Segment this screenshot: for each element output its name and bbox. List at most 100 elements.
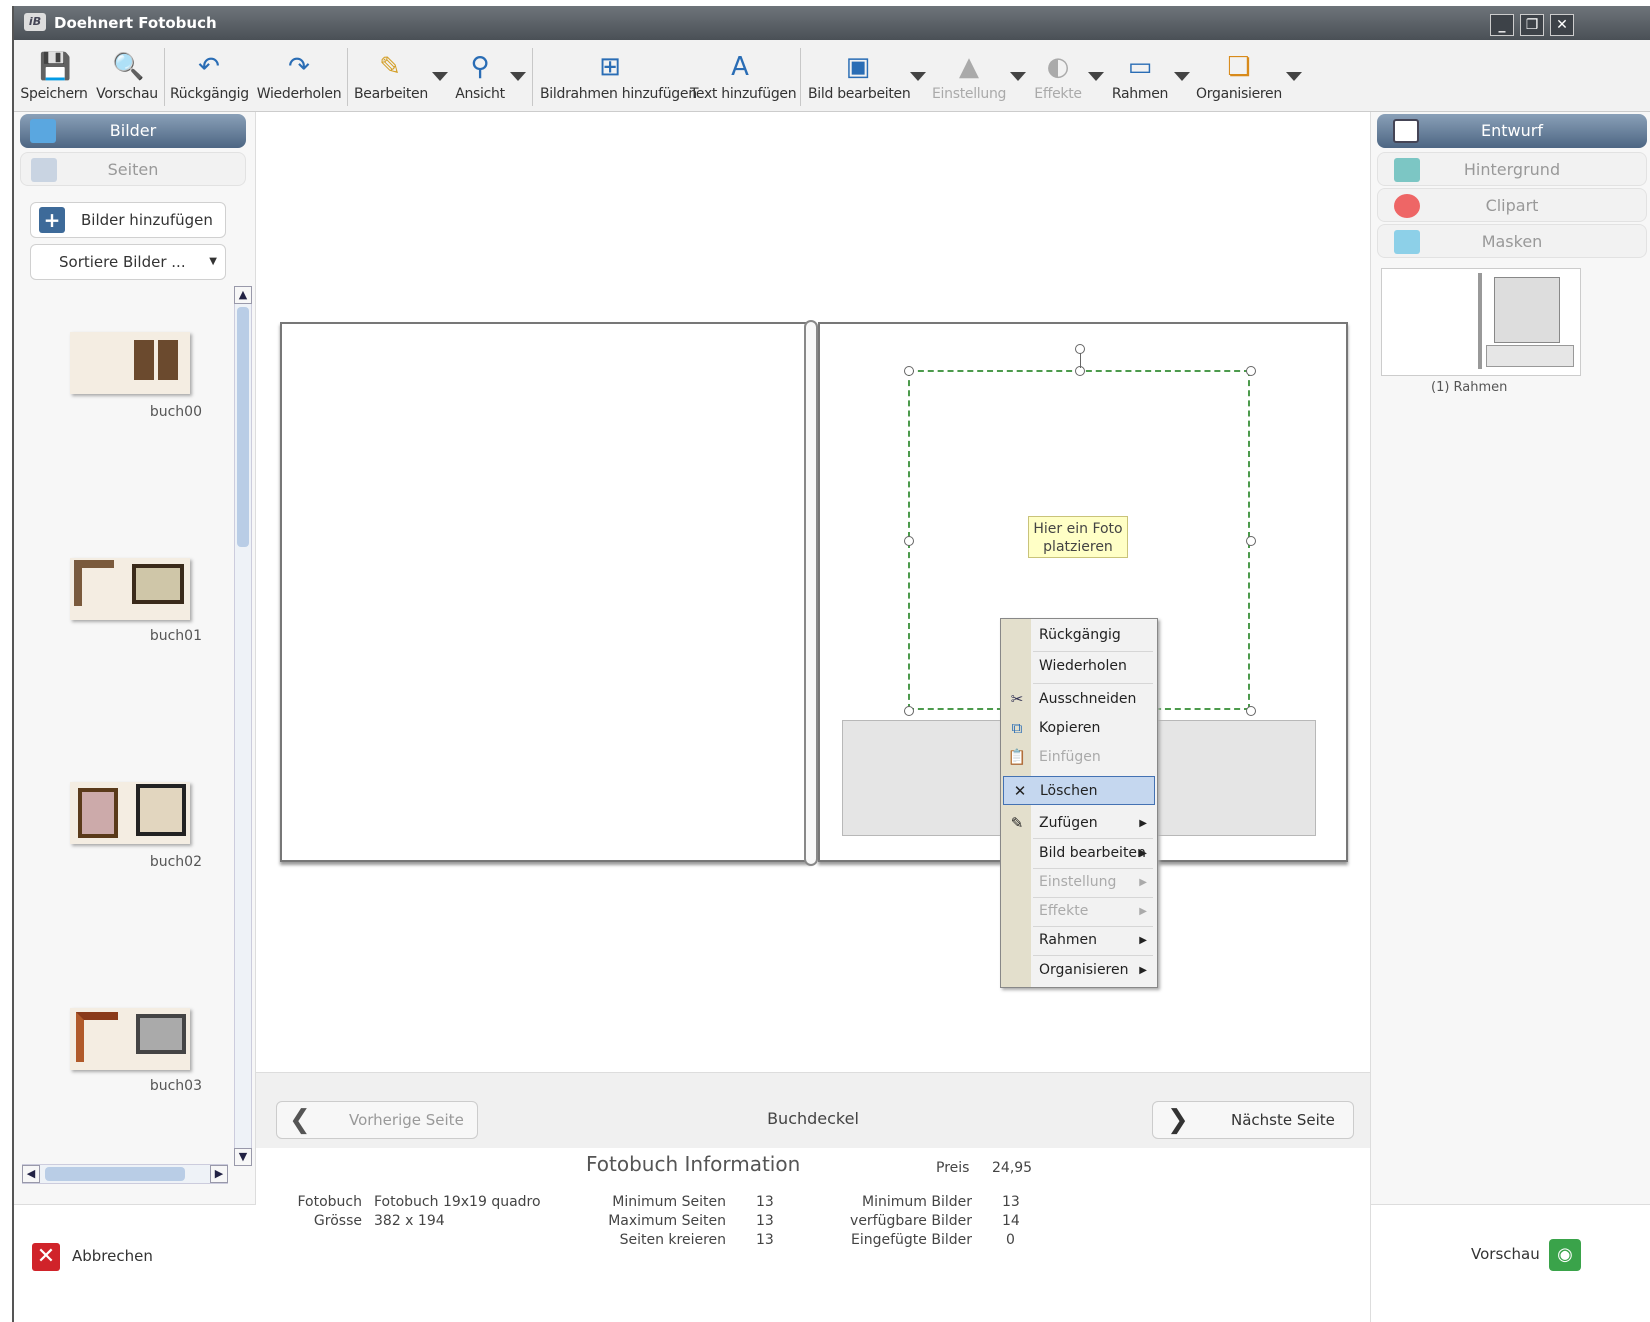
book-spine xyxy=(804,320,818,866)
thumbnail-buch00[interactable] xyxy=(70,332,190,394)
arrange-button[interactable]: ❏ Organisieren xyxy=(1194,40,1284,112)
menu-item-delete[interactable]: ✕ Löschen xyxy=(1003,776,1155,805)
images-icon xyxy=(30,119,56,143)
layout-thumbnail[interactable] xyxy=(1381,268,1581,376)
resize-handle[interactable] xyxy=(904,536,914,546)
app-window: iB Doehnert Fotobuch _ ❐ ✕ 💾 Speichern 🔍 V… xyxy=(12,6,1650,1322)
arrange-icon: ❏ xyxy=(1227,52,1251,82)
thumbnail-buch01[interactable] xyxy=(70,558,190,620)
adjust-icon: ▲ xyxy=(959,52,979,82)
menu-item-add[interactable]: ✎ Zufügen ▶ xyxy=(1001,809,1157,838)
thumbnail-buch02[interactable] xyxy=(70,782,190,844)
scroll-thumb-horizontal[interactable] xyxy=(45,1167,185,1181)
effects-icon: ◐ xyxy=(1046,52,1070,82)
scroll-right-icon[interactable]: ▶ xyxy=(210,1165,228,1183)
preview-bottom-button[interactable]: Vorschau ◉ xyxy=(1371,1204,1650,1322)
left-panel: Bilder Seiten + Bilder hinzufügen ... So… xyxy=(14,112,256,1322)
menu-item-paste[interactable]: 📋 Einfügen xyxy=(1001,743,1157,772)
tab-images[interactable]: Bilder xyxy=(20,114,246,148)
menu-item-cut[interactable]: ✂ Ausschneiden xyxy=(1001,685,1157,714)
menu-item-copy[interactable]: ⧉ Kopieren xyxy=(1001,714,1157,743)
menu-item-undo[interactable]: Rückgängig xyxy=(1001,621,1157,650)
next-page-button[interactable]: ❯ Nächste Seite xyxy=(1152,1101,1354,1139)
add-icon: + xyxy=(39,207,65,233)
menu-item-edit-image[interactable]: Bild bearbeiten ▶ xyxy=(1001,839,1157,868)
tab-pages[interactable]: Seiten xyxy=(20,152,246,186)
submenu-arrow-icon: ▶ xyxy=(1139,848,1147,859)
tab-background[interactable]: Hintergrund xyxy=(1377,152,1647,186)
pen-icon: ✎ xyxy=(1010,814,1024,832)
menu-item-adjust[interactable]: Einstellung ▶ xyxy=(1001,868,1157,897)
photo-placeholder-hint: Hier ein Foto platzieren xyxy=(1028,516,1128,558)
view-button[interactable]: ⚲ Ansicht xyxy=(452,40,508,112)
previous-page-button[interactable]: ❮ Vorherige Seite xyxy=(276,1101,478,1139)
scroll-left-icon[interactable]: ◀ xyxy=(22,1165,40,1183)
menu-item-arrange[interactable]: Organisieren ▶ xyxy=(1001,956,1157,985)
tab-clipart[interactable]: Clipart xyxy=(1377,188,1647,222)
image-thumbnail-list: buch00 buch01 buch02 buch03 xyxy=(22,286,232,1166)
view-dropdown-arrow[interactable] xyxy=(510,72,526,81)
save-button[interactable]: 💾 Speichern xyxy=(18,40,90,112)
minimize-button[interactable]: _ xyxy=(1490,14,1514,36)
effects-dropdown-arrow[interactable] xyxy=(1088,72,1104,81)
masks-icon xyxy=(1394,230,1420,254)
rotate-handle[interactable] xyxy=(1075,344,1085,354)
menu-item-frame[interactable]: Rahmen ▶ xyxy=(1001,926,1157,955)
editor-canvas: Hier ein Foto platzieren xyxy=(256,112,1370,1072)
left-page[interactable] xyxy=(280,322,812,862)
save-icon: 💾 xyxy=(39,52,72,82)
thumbnail-buch03[interactable] xyxy=(70,1008,190,1070)
tab-masks[interactable]: Masken xyxy=(1377,224,1647,258)
undo-button[interactable]: ↶ Rückgängig xyxy=(170,40,249,112)
frame-dropdown-arrow[interactable] xyxy=(1174,72,1190,81)
scroll-up-icon[interactable]: ▲ xyxy=(234,286,252,304)
edit-image-button[interactable]: ▣ Bild bearbeiten xyxy=(808,40,911,112)
edit-image-icon: ▣ xyxy=(845,52,871,82)
scroll-thumb[interactable] xyxy=(237,307,249,547)
frame-button[interactable]: ▭ Rahmen xyxy=(1110,40,1170,112)
window-title: Doehnert Fotobuch xyxy=(54,14,217,32)
preview-button[interactable]: 🔍 Vorschau xyxy=(92,40,162,112)
submenu-arrow-icon: ▶ xyxy=(1139,935,1147,946)
sort-images-dropdown[interactable]: Sortiere Bilder ... ▼ xyxy=(30,244,226,280)
copy-icon: ⧉ xyxy=(1011,719,1023,737)
brush-icon: ✎ xyxy=(379,52,401,82)
menu-item-redo[interactable]: Wiederholen xyxy=(1001,652,1157,681)
resize-handle[interactable] xyxy=(904,706,914,716)
adjust-button[interactable]: ▲ Einstellung xyxy=(932,40,1006,112)
edit-button[interactable]: ✎ Bearbeiten xyxy=(354,40,428,112)
clipart-icon xyxy=(1394,194,1420,218)
add-frame-button[interactable]: ⊞ Bildrahmen hinzufügen xyxy=(540,40,697,112)
thumbnails-horizontal-scrollbar[interactable]: ◀ ▶ xyxy=(22,1164,228,1184)
thumbnails-vertical-scrollbar[interactable]: ▲ ▼ xyxy=(234,286,252,1166)
right-panel: Entwurf Hintergrund Clipart Masken (1) R… xyxy=(1370,112,1650,1322)
submenu-arrow-icon: ▶ xyxy=(1139,965,1147,976)
edit-dropdown-arrow[interactable] xyxy=(432,72,448,81)
adjust-dropdown-arrow[interactable] xyxy=(1010,72,1026,81)
tab-design[interactable]: Entwurf xyxy=(1377,114,1647,148)
add-text-icon: A xyxy=(731,52,749,82)
restore-button[interactable]: ❐ xyxy=(1520,14,1544,36)
scroll-down-icon[interactable]: ▼ xyxy=(234,1148,252,1166)
price-value: 24,95 xyxy=(992,1160,1033,1176)
redo-button[interactable]: ↷ Wiederholen xyxy=(256,40,342,112)
effects-button[interactable]: ◐ Effekte xyxy=(1030,40,1086,112)
close-button[interactable]: ✕ xyxy=(1550,14,1574,36)
cancel-button[interactable]: ✕ Abbrechen xyxy=(14,1204,256,1322)
page-navigation-bar: Buchdeckel ❮ Vorherige Seite ❯ Nächste S… xyxy=(256,1072,1370,1148)
edit-image-dropdown-arrow[interactable] xyxy=(910,72,926,81)
resize-handle[interactable] xyxy=(904,366,914,376)
add-text-button[interactable]: A Text hinzufügen xyxy=(690,40,797,112)
resize-handle[interactable] xyxy=(1246,706,1256,716)
resize-handle[interactable] xyxy=(1246,536,1256,546)
resize-handle[interactable] xyxy=(1246,366,1256,376)
layout-icon xyxy=(1393,119,1419,143)
delete-icon: ✕ xyxy=(1013,782,1027,800)
arrange-dropdown-arrow[interactable] xyxy=(1286,72,1302,81)
submenu-arrow-icon: ▶ xyxy=(1139,906,1147,917)
add-images-button[interactable]: + Bilder hinzufügen ... xyxy=(30,202,226,263)
menu-item-effects[interactable]: Effekte ▶ xyxy=(1001,897,1157,926)
chevron-right-icon: ❯ xyxy=(1167,1105,1189,1135)
paste-icon: 📋 xyxy=(1007,748,1027,766)
toolbar: 💾 Speichern 🔍 Vorschau ↶ Rückgängig ↷ Wieder… xyxy=(14,40,1650,112)
